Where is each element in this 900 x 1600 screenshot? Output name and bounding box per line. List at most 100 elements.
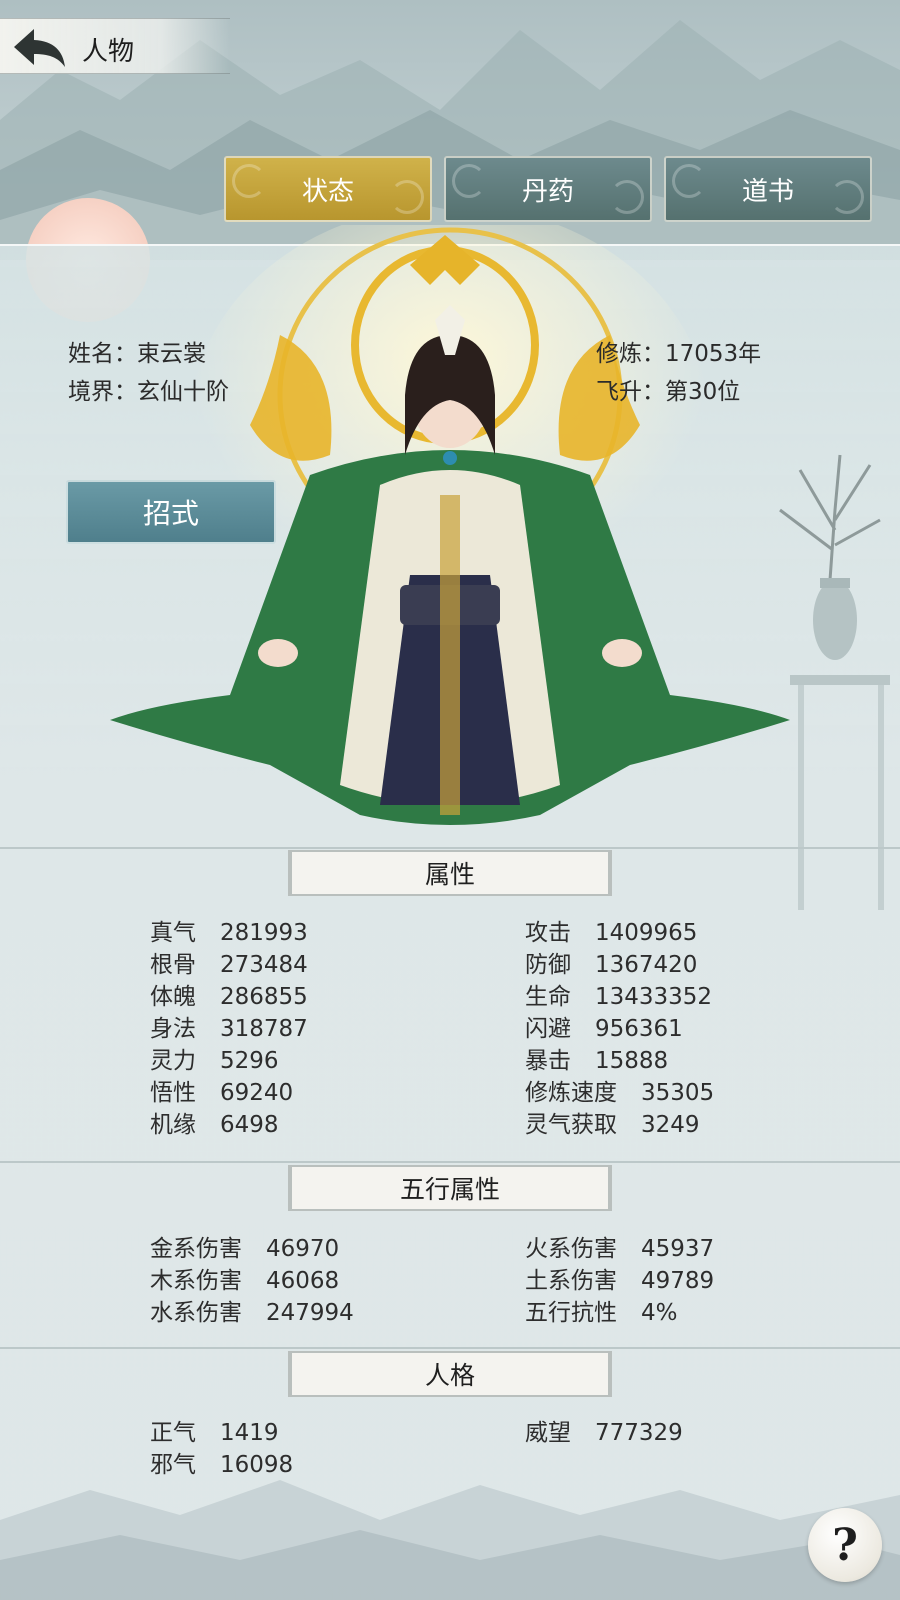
stat-row: 修炼速度 35305 — [525, 1073, 714, 1107]
stat-row: 暴击 15888 — [525, 1041, 668, 1075]
stat-label: 水系伤害 — [150, 1300, 242, 1326]
stat-value: 1419 — [220, 1420, 279, 1446]
stat-label: 五行抗性 — [525, 1300, 617, 1326]
stat-value: 46970 — [266, 1236, 340, 1262]
stat-label: 真气 — [150, 920, 196, 946]
stat-row: 攻击 1409965 — [525, 913, 697, 947]
stat-value: 273484 — [220, 952, 308, 978]
stat-value: 49789 — [641, 1268, 715, 1294]
stat-value: 69240 — [220, 1080, 294, 1106]
stat-value: 1409965 — [595, 920, 698, 946]
stat-row: 悟性 69240 — [150, 1073, 293, 1107]
stat-label: 土系伤害 — [525, 1268, 617, 1294]
cloud-ornament-icon — [830, 180, 864, 214]
stat-label: 根骨 — [150, 952, 196, 978]
realm-label: 境界： — [68, 379, 137, 405]
stat-label: 灵气获取 — [525, 1112, 617, 1138]
stat-label: 体魄 — [150, 984, 196, 1010]
stat-row: 灵力 5296 — [150, 1041, 279, 1075]
back-button[interactable] — [10, 23, 68, 71]
stat-value: 956361 — [595, 1016, 683, 1042]
cloud-ornament-icon — [232, 164, 266, 198]
stat-value: 318787 — [220, 1016, 308, 1042]
stat-label: 火系伤害 — [525, 1236, 617, 1262]
stat-row: 火系伤害 45937 — [525, 1229, 714, 1263]
stat-label: 木系伤害 — [150, 1268, 242, 1294]
stat-label: 防御 — [525, 952, 571, 978]
stat-row: 机缘 6498 — [150, 1105, 279, 1139]
personality-title: 人格 — [288, 1351, 612, 1397]
stat-value: 4% — [641, 1300, 678, 1326]
elements-title: 五行属性 — [288, 1165, 612, 1211]
name-value: 束云裳 — [137, 341, 206, 367]
stat-value: 5296 — [220, 1048, 279, 1074]
stat-value: 281993 — [220, 920, 308, 946]
realm-value: 玄仙十阶 — [137, 379, 229, 405]
stat-row: 生命 13433352 — [525, 977, 712, 1011]
stat-row: 根骨 273484 — [150, 945, 308, 979]
stat-row: 土系伤害 49789 — [525, 1261, 714, 1295]
stat-row: 防御 1367420 — [525, 945, 697, 979]
stat-label: 身法 — [150, 1016, 196, 1042]
cultivation-label: 修炼： — [596, 341, 665, 367]
stat-label: 闪避 — [525, 1016, 571, 1042]
stat-row: 木系伤害 46068 — [150, 1261, 339, 1295]
stat-value: 15888 — [595, 1048, 669, 1074]
stat-row: 正气 1419 — [150, 1413, 279, 1447]
stat-value: 35305 — [641, 1080, 715, 1106]
skills-button[interactable]: 招式 — [66, 480, 276, 544]
top-bar: 人物 — [0, 18, 230, 74]
stat-label: 金系伤害 — [150, 1236, 242, 1262]
cultivation-value: 17053年 — [665, 341, 762, 367]
ascension-value: 第30位 — [665, 379, 741, 405]
cloud-ornament-icon — [610, 180, 644, 214]
stat-value: 3249 — [641, 1112, 700, 1138]
stat-value: 6498 — [220, 1112, 279, 1138]
stat-value: 286855 — [220, 984, 308, 1010]
stat-label: 正气 — [150, 1420, 196, 1446]
ascension-label: 飞升： — [596, 379, 665, 405]
stat-value: 777329 — [595, 1420, 683, 1446]
cloud-ornament-icon — [672, 164, 706, 198]
help-button[interactable]: ? — [808, 1508, 882, 1582]
profile-ascension: 飞升：第30位 — [596, 372, 740, 406]
stat-value: 13433352 — [595, 984, 713, 1010]
stat-label: 生命 — [525, 984, 571, 1010]
stat-row: 体魄 286855 — [150, 977, 308, 1011]
question-mark-icon: ? — [832, 1519, 858, 1571]
stat-value: 247994 — [266, 1300, 354, 1326]
stat-row: 灵气获取 3249 — [525, 1105, 700, 1139]
tab-daoshu-label: 道书 — [741, 176, 794, 207]
cloud-ornament-icon — [452, 164, 486, 198]
stat-row: 水系伤害 247994 — [150, 1293, 354, 1327]
stat-row: 闪避 956361 — [525, 1009, 683, 1043]
stat-row: 金系伤害 46970 — [150, 1229, 339, 1263]
profile-cultivation: 修炼：17053年 — [596, 334, 761, 368]
stat-label: 暴击 — [525, 1048, 571, 1074]
tab-pills[interactable]: 丹药 — [444, 156, 652, 222]
stat-label: 机缘 — [150, 1112, 196, 1138]
stat-label: 修炼速度 — [525, 1080, 617, 1106]
stat-row: 五行抗性 4% — [525, 1293, 678, 1327]
name-label: 姓名： — [68, 341, 137, 367]
tab-pills-label: 丹药 — [521, 176, 574, 207]
mountain-background-bottom — [0, 1480, 900, 1600]
tab-daoshu[interactable]: 道书 — [664, 156, 872, 222]
stat-row: 威望 777329 — [525, 1413, 683, 1447]
stat-label: 灵力 — [150, 1048, 196, 1074]
stat-value: 45937 — [641, 1236, 715, 1262]
stat-value: 46068 — [266, 1268, 340, 1294]
tab-status-label: 状态 — [301, 176, 354, 207]
stat-value: 1367420 — [595, 952, 698, 978]
tab-status[interactable]: 状态 — [224, 156, 432, 222]
profile-name: 姓名：束云裳 — [68, 334, 206, 368]
stat-label: 悟性 — [150, 1080, 196, 1106]
stat-row: 真气 281993 — [150, 913, 308, 947]
profile-realm: 境界：玄仙十阶 — [68, 372, 229, 406]
stat-label: 攻击 — [525, 920, 571, 946]
attributes-title: 属性 — [288, 850, 612, 896]
stat-row: 身法 318787 — [150, 1009, 308, 1043]
stat-label: 威望 — [525, 1420, 571, 1446]
page-title: 人物 — [82, 37, 135, 67]
cloud-ornament-icon — [390, 180, 424, 214]
